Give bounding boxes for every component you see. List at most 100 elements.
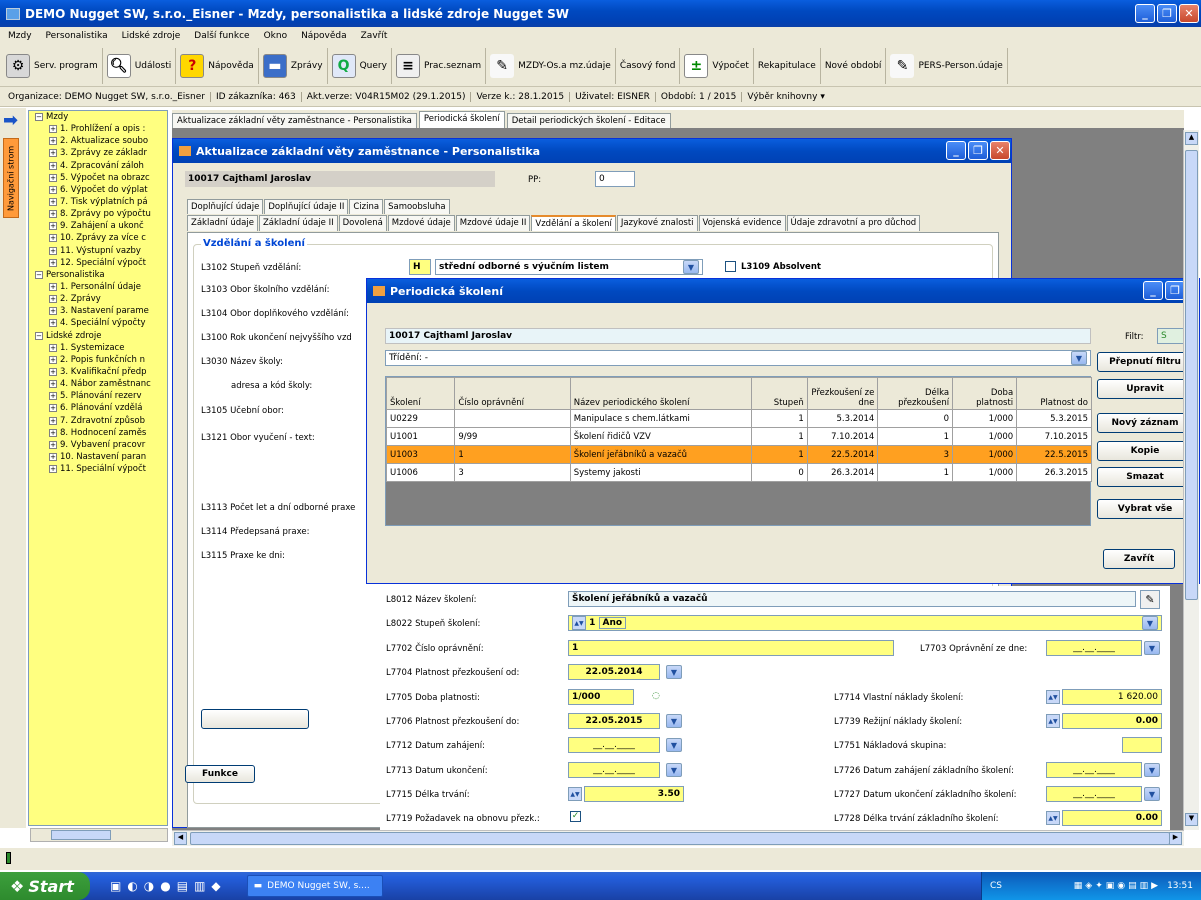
tree-item[interactable]: +10. Zprávy za více c (29, 232, 167, 244)
scroll-down-icon[interactable]: ▼ (1185, 813, 1198, 826)
checkbox-checked-icon[interactable]: ✓ (570, 811, 581, 822)
calendar-dropdown-icon[interactable]: ▼ (666, 665, 682, 679)
tree-item[interactable]: +11. Výstupní vazby (29, 245, 167, 257)
column-header[interactable]: Číslo oprávnění (454, 377, 571, 410)
l7713-field[interactable]: __.__.____ (568, 762, 660, 778)
tab-udaje-zdravotni[interactable]: Údaje zdravotní a pro důchod (786, 215, 921, 231)
expand-icon[interactable]: + (49, 185, 57, 194)
checkbox-icon[interactable] (725, 261, 736, 272)
expand-icon[interactable]: + (49, 343, 57, 352)
expand-icon[interactable]: + (49, 283, 57, 292)
expand-icon[interactable]: + (49, 125, 57, 134)
tab-vzdelani-skoleni[interactable]: Vzdělání a školení (531, 215, 616, 231)
expand-icon[interactable]: + (49, 307, 57, 316)
l7727-field[interactable]: __.__.____ (1046, 786, 1142, 802)
maximize-button[interactable]: ❐ (1165, 281, 1185, 300)
tree-item[interactable]: +4. Nábor zaměstnanc (29, 378, 167, 390)
vyber-knihovny-dropdown[interactable]: Výběr knihovny ▾ (742, 92, 829, 102)
tab-vojenska-evidence[interactable]: Vojenská evidence (698, 215, 786, 231)
tree-item[interactable]: +1. Systemizace (29, 342, 167, 354)
tree-item[interactable]: − Mzdy (29, 111, 167, 123)
column-header[interactable]: Přezkoušení ze dne (806, 377, 879, 410)
expand-icon[interactable]: + (49, 355, 57, 364)
l7726-field[interactable]: __.__.____ (1046, 762, 1142, 778)
vypocet-button[interactable]: ± Výpočet (680, 47, 754, 84)
column-header[interactable]: Doba platnosti (952, 377, 1018, 410)
tree-item[interactable]: − Lidské zdroje (29, 330, 167, 342)
scroll-up-icon[interactable]: ▲ (1185, 132, 1198, 145)
zavrit-button[interactable]: Zavřít (1103, 549, 1175, 569)
l7751-field[interactable] (1122, 737, 1162, 753)
smazat-button[interactable]: Smazat (1097, 467, 1193, 487)
quicklaunch-icons[interactable]: ▣◐◑●▤▥◆ (110, 879, 227, 893)
tree-item[interactable]: +8. Hodnocení zaměs (29, 427, 167, 439)
tree-item[interactable]: +3. Zprávy ze základr (29, 147, 167, 159)
menu-dalsi-funkce[interactable]: Další funkce (194, 31, 249, 41)
tree-hscroll[interactable] (30, 828, 168, 842)
chevron-down-icon[interactable]: ▼ (1071, 351, 1087, 365)
tree-item[interactable]: +1. Personální údaje (29, 281, 167, 293)
tree-item[interactable]: +5. Plánování rezerv (29, 390, 167, 402)
expand-icon[interactable]: + (49, 246, 57, 255)
tree-item[interactable]: +8. Zprávy po výpočtu (29, 208, 167, 220)
scroll-thumb[interactable] (1185, 150, 1198, 600)
serv-program-button[interactable]: ⚙ Serv. program (2, 47, 103, 84)
l7706-field[interactable]: 22.05.2015 (568, 713, 660, 729)
menu-zavrit[interactable]: Zavřít (361, 31, 388, 41)
scroll-thumb[interactable] (51, 830, 111, 840)
chevron-down-icon[interactable]: ▼ (683, 260, 699, 274)
novy-zaznam-button[interactable]: Nový záznam (1097, 413, 1193, 433)
close-button[interactable]: ✕ (990, 141, 1010, 160)
empty-button[interactable] (201, 709, 309, 729)
tab-periodicka-skoleni[interactable]: Periodická školení (418, 111, 505, 128)
tab-samoobsluha[interactable]: Samoobsluha (384, 199, 450, 214)
l7705-field[interactable]: 1/000 (568, 689, 634, 705)
tab-doplnujici-udaje[interactable]: Doplňující údaje (187, 199, 264, 214)
spinner-icon[interactable]: ▲▼ (1046, 714, 1060, 728)
tab-dovolena[interactable]: Dovolená (338, 215, 387, 231)
l7704-field[interactable]: 22.05.2014 (568, 664, 660, 680)
expand-icon[interactable]: + (49, 404, 57, 413)
menu-mzdy[interactable]: Mzdy (8, 31, 32, 41)
expand-icon[interactable]: + (49, 222, 57, 231)
start-button[interactable]: ❖ Start (0, 872, 90, 900)
tab-mzdove-udaje-ii[interactable]: Mzdové údaje II (455, 215, 531, 231)
table-row[interactable]: U1006 3 Systemy jakosti 0 26.3.2014 1 1/000 26.… (385, 463, 1092, 482)
calendar-dropdown-icon[interactable]: ▼ (1144, 787, 1160, 801)
expand-icon[interactable]: + (49, 416, 57, 425)
tree-item[interactable]: +6. Výpočet do výplat (29, 184, 167, 196)
tab-zakladni-udaje[interactable]: Základní údaje (187, 215, 258, 231)
expand-icon[interactable]: + (49, 173, 57, 182)
arrow-right-icon[interactable]: ➡ (3, 110, 18, 131)
expand-icon[interactable]: + (49, 319, 57, 328)
nove-obdobi-button[interactable]: Nové období (821, 47, 887, 84)
zpravy-button[interactable]: ▬ Zprávy (259, 47, 328, 84)
l7703-field[interactable]: __.__.____ (1046, 640, 1142, 656)
tree-item[interactable]: +2. Zprávy (29, 293, 167, 305)
spinner-icon[interactable]: ▲▼ (1046, 811, 1060, 825)
expand-icon[interactable]: + (49, 465, 57, 474)
expand-icon[interactable]: + (49, 392, 57, 401)
tree-item[interactable]: +11. Speciální výpočt (29, 463, 167, 475)
pencil-icon[interactable]: ✎ (1140, 590, 1160, 609)
tree-item[interactable]: +2. Popis funkčních n (29, 354, 167, 366)
menu-okno[interactable]: Okno (264, 31, 288, 41)
calendar-dropdown-icon[interactable]: ▼ (1144, 763, 1160, 777)
expand-icon[interactable]: + (49, 368, 57, 377)
navigation-tree-tab[interactable]: Navigační strom (3, 138, 19, 218)
expand-icon[interactable]: + (49, 440, 57, 449)
table-row[interactable]: U1003 1 Školení jeřábníků a vazačů 1 22.5.20… (385, 445, 1092, 464)
napoveda-button[interactable]: ? Nápověda (176, 47, 259, 84)
language-indicator[interactable]: CS (990, 881, 1002, 891)
tree-item[interactable]: +7. Zdravotní způsob (29, 415, 167, 427)
expand-icon[interactable]: + (49, 198, 57, 207)
spinner-icon[interactable]: ▲▼ (568, 787, 582, 801)
tree-item[interactable]: +5. Výpočet na obrazc (29, 172, 167, 184)
tree-item[interactable]: +3. Kvalifikační předp (29, 366, 167, 378)
tree-item[interactable]: +4. Zpracování záloh (29, 160, 167, 172)
l7712-field[interactable]: __.__.____ (568, 737, 660, 753)
collapse-icon[interactable]: − (35, 270, 43, 279)
funkce-button[interactable]: Funkce (185, 765, 255, 783)
mzdy-os-button[interactable]: ✎ MZDY-Os.a mz.údaje (486, 47, 616, 84)
spinner-icon[interactable]: ▲▼ (1046, 690, 1060, 704)
